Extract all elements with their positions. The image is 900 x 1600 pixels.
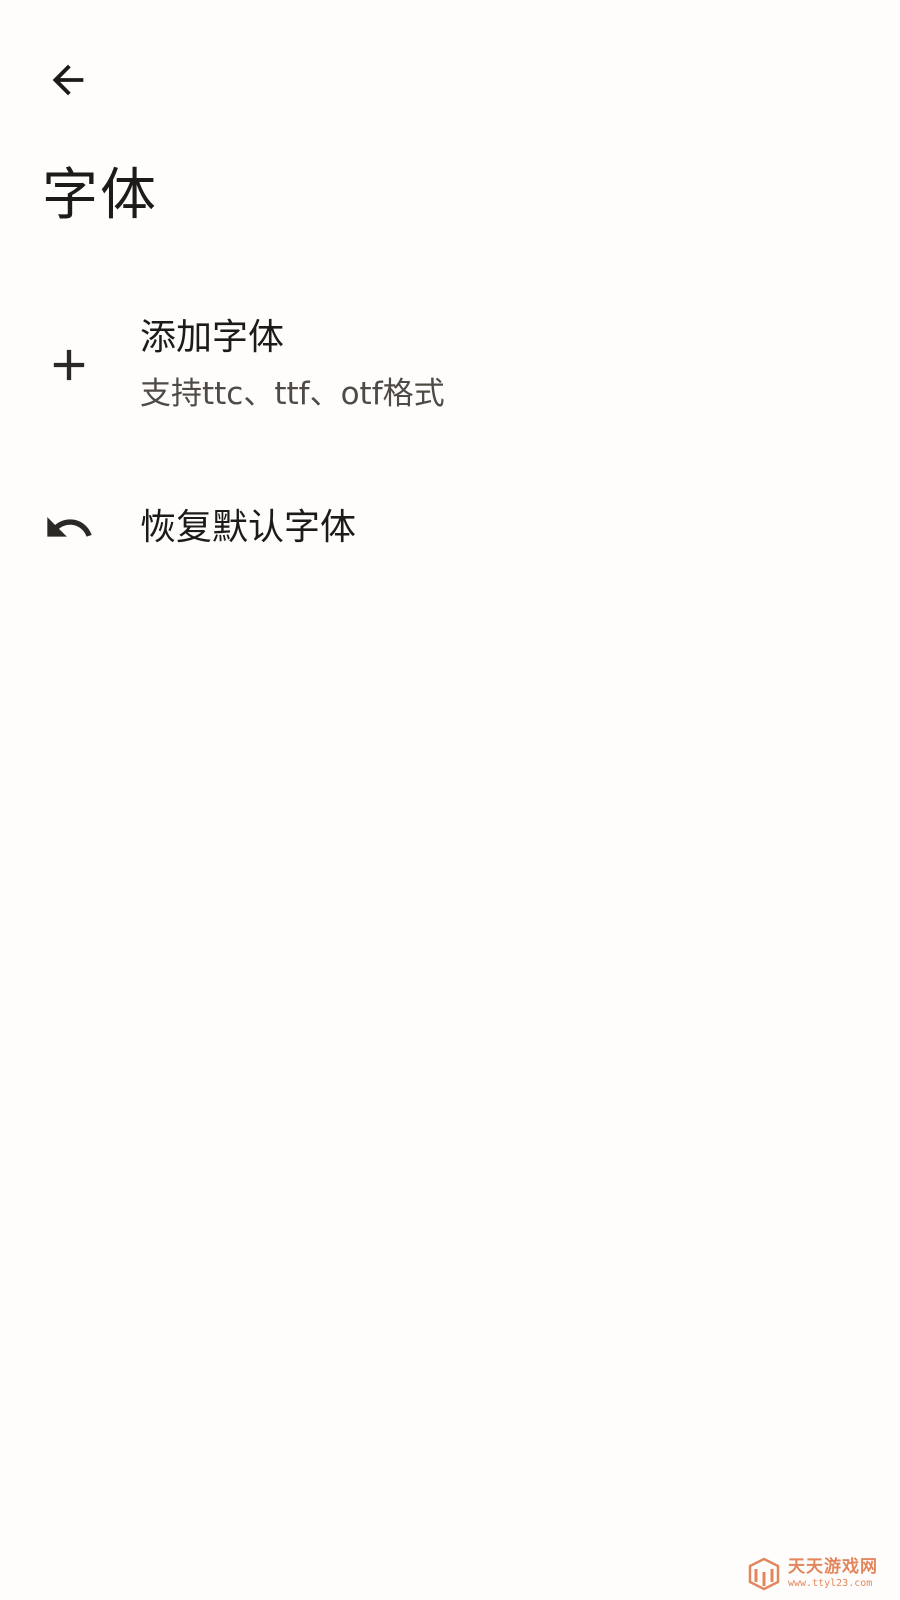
back-button[interactable] <box>36 50 100 114</box>
restore-default-font-title: 恢复默认字体 <box>140 507 357 548</box>
watermark-logo-icon <box>746 1556 782 1592</box>
watermark-url: www.ttyl23.com <box>788 1578 873 1589</box>
watermark-text: 天天游戏网 www.ttyl23.com <box>788 1559 878 1589</box>
add-font-title: 添加字体 <box>140 317 285 358</box>
page-title: 字体 <box>42 163 158 228</box>
add-font-text: 添加字体 支持ttc、ttf、otf格式 <box>140 314 445 416</box>
restore-default-font-text: 恢复默认字体 <box>140 504 356 552</box>
restore-default-font-item[interactable]: 恢复默认字体 <box>0 478 900 578</box>
watermark-name: 天天游戏网 <box>788 1557 878 1577</box>
add-font-item[interactable]: 添加字体 支持ttc、ttf、otf格式 <box>0 300 900 430</box>
undo-icon <box>36 495 102 561</box>
arrow-left-icon <box>45 57 91 107</box>
add-font-subtitle: 支持ttc、ttf、otf格式 <box>140 376 445 412</box>
watermark: 天天游戏网 www.ttyl23.com <box>746 1556 878 1592</box>
plus-icon <box>36 332 102 398</box>
